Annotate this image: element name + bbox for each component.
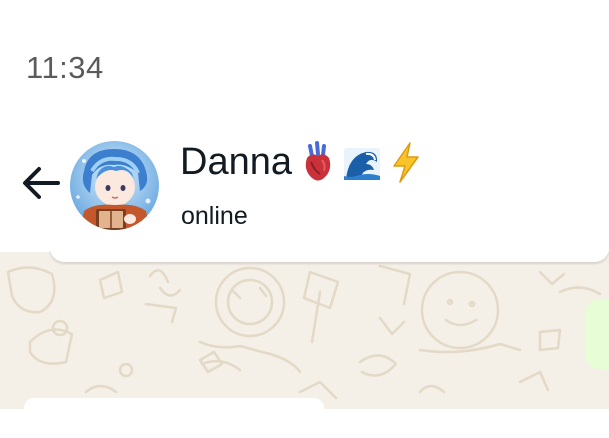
status-bar: 11:34 [0, 0, 609, 120]
back-button[interactable] [18, 160, 64, 206]
status-time: 11:34 [26, 50, 104, 85]
outgoing-message-bubble[interactable] [585, 299, 609, 369]
arrow-left-icon [23, 167, 60, 199]
avatar-image [70, 141, 159, 230]
contact-name-row[interactable]: Danna [180, 140, 424, 184]
avatar[interactable] [70, 141, 159, 230]
anatomical-heart-icon [305, 141, 331, 181]
doodle-wallpaper [6, 264, 602, 400]
chat-header: Danna online [0, 120, 609, 252]
contact-status: online [181, 202, 248, 230]
incoming-message-bubble[interactable] [24, 398, 324, 438]
header-shadow [50, 248, 609, 262]
water-wave-icon [343, 148, 380, 180]
lightning-icon [393, 142, 419, 183]
chat-wallpaper [0, 252, 609, 409]
contact-name: Danna [180, 140, 292, 183]
